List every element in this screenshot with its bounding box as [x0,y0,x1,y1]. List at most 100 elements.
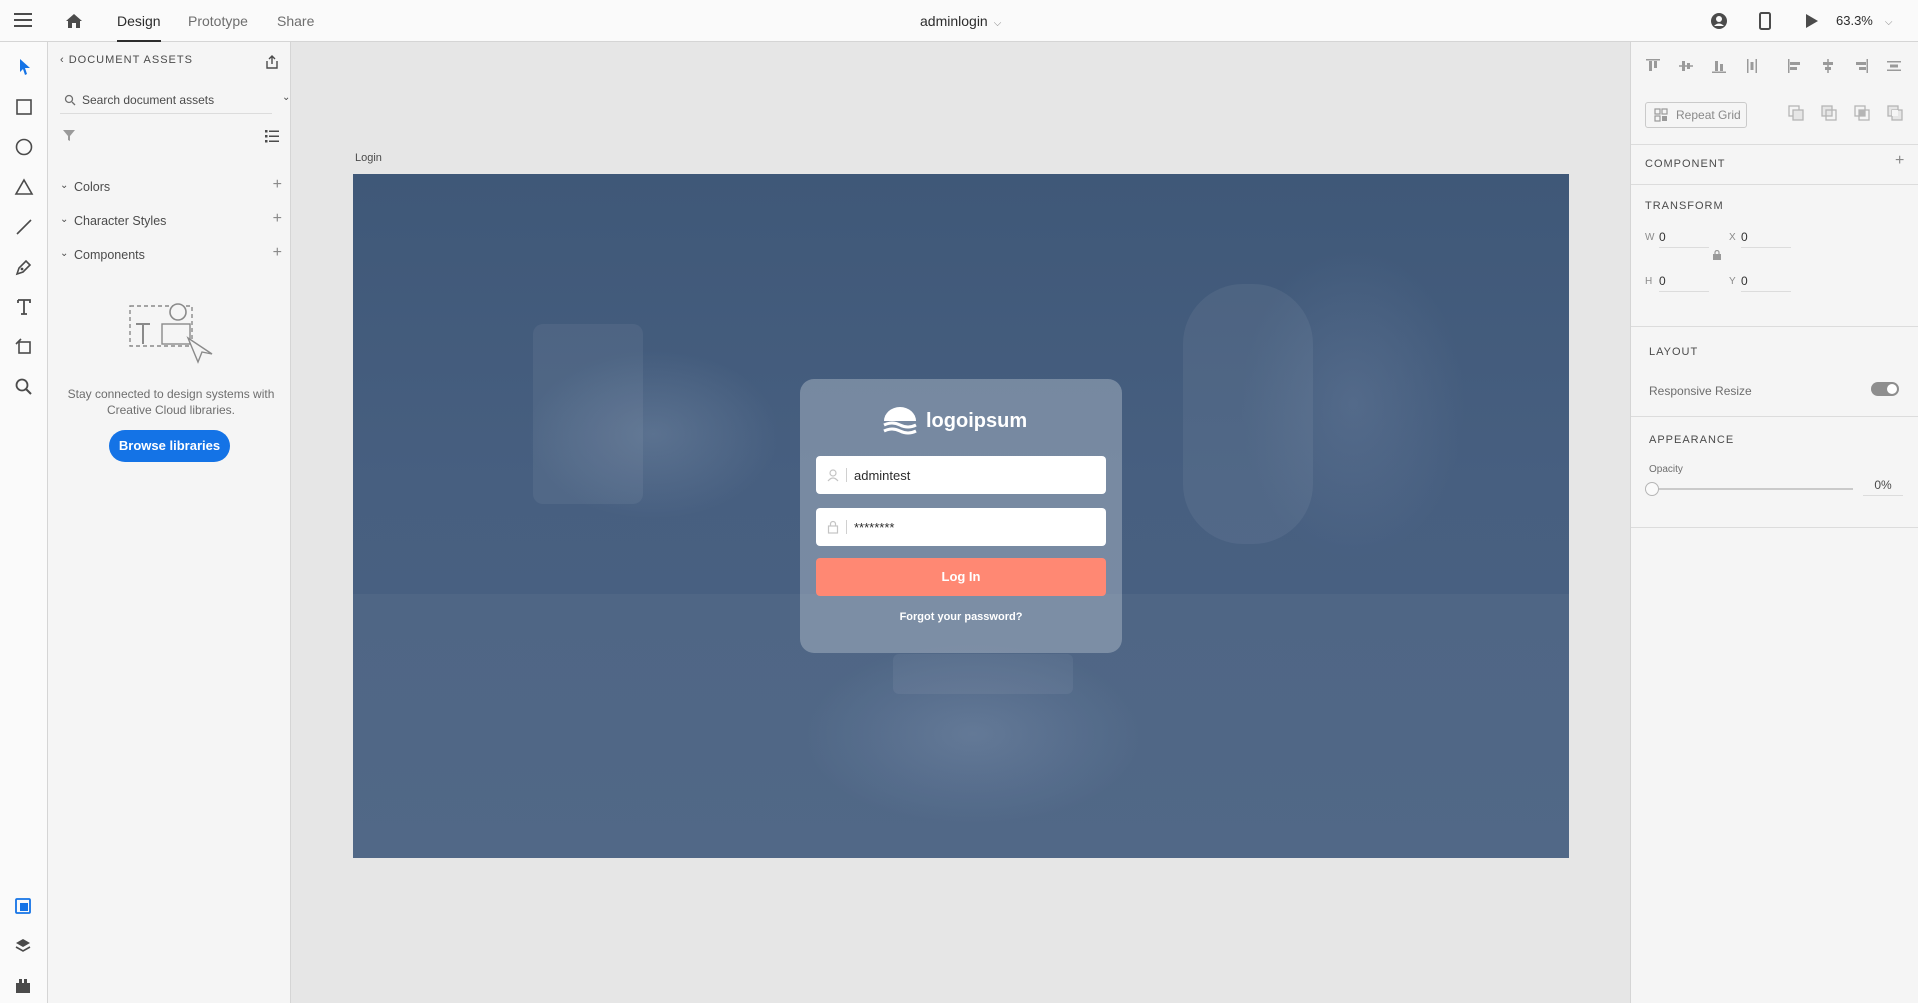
username-field[interactable] [816,456,1106,494]
intersect-boolean-icon[interactable] [1853,104,1871,122]
align-right-icon[interactable] [1853,58,1869,74]
login-button[interactable]: Log In [816,558,1106,596]
chevron-down-icon: ⌄ [60,214,69,225]
tab-prototype[interactable]: Prototype [188,0,248,42]
search-icon [64,94,76,106]
artboard-label[interactable]: Login [355,152,382,164]
browse-libraries-button[interactable]: Browse libraries [109,430,230,462]
align-center-icon[interactable] [1820,58,1836,74]
opacity-slider-track[interactable] [1653,488,1853,490]
divider [1631,527,1918,528]
login-card: logoipsum Log In Forgot your password? [800,379,1122,653]
repeat-grid-button[interactable]: Repeat Grid [1645,102,1747,128]
exclude-boolean-icon[interactable] [1886,104,1904,122]
add-icon[interactable]: + [273,176,282,194]
layers-icon[interactable] [14,937,32,955]
user-feedback-icon[interactable] [1709,11,1729,31]
filter-icon[interactable] [62,128,76,142]
opacity-slider-thumb[interactable] [1645,482,1659,496]
chevron-down-icon[interactable]: ⌄ [282,92,290,103]
x-input[interactable] [1741,226,1791,248]
section-colors[interactable]: ⌄ Colors + [60,176,282,200]
y-label: Y [1729,276,1736,287]
height-input[interactable] [1659,270,1709,292]
top-bar: Design Prototype Share adminlogin ⌵ 63.3%… [0,0,1918,42]
responsive-resize-toggle[interactable] [1871,382,1899,396]
section-label: Colors [74,180,111,194]
align-top-icon[interactable] [1645,58,1661,74]
zoom-level[interactable]: 63.3% ⌵ [1836,0,1892,42]
document-assets-panel: ‹ DOCUMENT ASSETS ⌄ ⌄ Colors + ⌄ Charact… [48,42,291,1003]
tool-bar [0,42,48,1003]
width-label: W [1645,232,1655,243]
field-divider [846,520,847,534]
forgot-password-link[interactable]: Forgot your password? [800,611,1122,623]
play-icon[interactable] [1801,11,1821,31]
logo-text: logoipsum [926,409,1028,432]
repeat-grid-icon [1654,108,1668,122]
pen-icon[interactable] [13,256,35,278]
toggle-knob [1887,384,1897,394]
x-label: X [1729,232,1736,243]
device-preview-icon[interactable] [1755,11,1775,31]
add-icon[interactable]: + [273,210,282,228]
lock-aspect-icon[interactable] [1712,250,1722,260]
width-input[interactable] [1659,226,1709,248]
document-title[interactable]: adminlogin ⌵ [920,0,1001,42]
transform-section-title: TRANSFORM [1645,200,1724,212]
y-input[interactable] [1741,270,1791,292]
assets-header[interactable]: ‹ DOCUMENT ASSETS [60,54,193,66]
layout-section-title: LAYOUT [1649,346,1699,358]
password-field[interactable] [816,508,1106,546]
responsive-resize-label: Responsive Resize [1649,384,1752,398]
assets-search: ⌄ [60,86,290,114]
divider [1631,416,1918,417]
select-icon[interactable] [13,56,35,78]
line-icon[interactable] [13,216,35,238]
component-section-title: COMPONENT [1645,158,1726,170]
assets-header-label: DOCUMENT ASSETS [68,54,193,66]
polygon-icon[interactable] [13,176,35,198]
chevron-down-icon: ⌄ [60,180,69,191]
search-input[interactable] [82,90,262,110]
subtract-boolean-icon[interactable] [1820,104,1838,122]
username-input[interactable] [854,465,1094,485]
empty-state-text: Stay connected to design systems with Cr… [67,387,275,417]
add-boolean-icon[interactable] [1787,104,1805,122]
document-title-text: adminlogin [920,13,988,29]
height-label: H [1645,276,1653,287]
opacity-label: Opacity [1649,464,1683,475]
export-icon[interactable] [264,54,280,70]
list-view-icon[interactable] [264,128,280,144]
zoom-icon[interactable] [13,376,35,398]
section-label: Character Styles [74,214,167,228]
tab-share[interactable]: Share [277,0,314,42]
add-component-icon[interactable]: + [1895,152,1904,170]
rectangle-icon[interactable] [13,96,35,118]
text-icon[interactable] [13,296,35,318]
opacity-input[interactable] [1863,474,1903,496]
align-bottom-icon[interactable] [1711,58,1727,74]
assets-icon[interactable] [14,897,32,915]
distribute-vertical-icon[interactable] [1744,58,1760,74]
repeat-grid-label: Repeat Grid [1676,108,1741,122]
background-photo-shape [533,324,643,504]
plugins-icon[interactable] [14,977,32,995]
tab-design[interactable]: Design [117,0,161,42]
section-character-styles[interactable]: ⌄ Character Styles + [60,210,282,234]
section-label: Components [74,248,145,262]
login-artboard[interactable]: logoipsum Log In Forgot your password? [353,174,1569,858]
divider [1631,326,1918,327]
chevron-down-icon: ⌵ [1884,17,1893,28]
zoom-value: 63.3% [1836,13,1873,28]
align-left-icon[interactable] [1787,58,1803,74]
ellipse-icon[interactable] [13,136,35,158]
artboard-icon[interactable] [13,336,35,358]
add-icon[interactable]: + [273,244,282,262]
align-middle-icon[interactable] [1678,58,1694,74]
section-components[interactable]: ⌄ Components + [60,244,282,268]
hamburger-menu-icon[interactable] [14,13,32,29]
home-icon[interactable] [64,11,84,31]
password-input[interactable] [854,517,1094,537]
distribute-horizontal-icon[interactable] [1886,58,1902,74]
